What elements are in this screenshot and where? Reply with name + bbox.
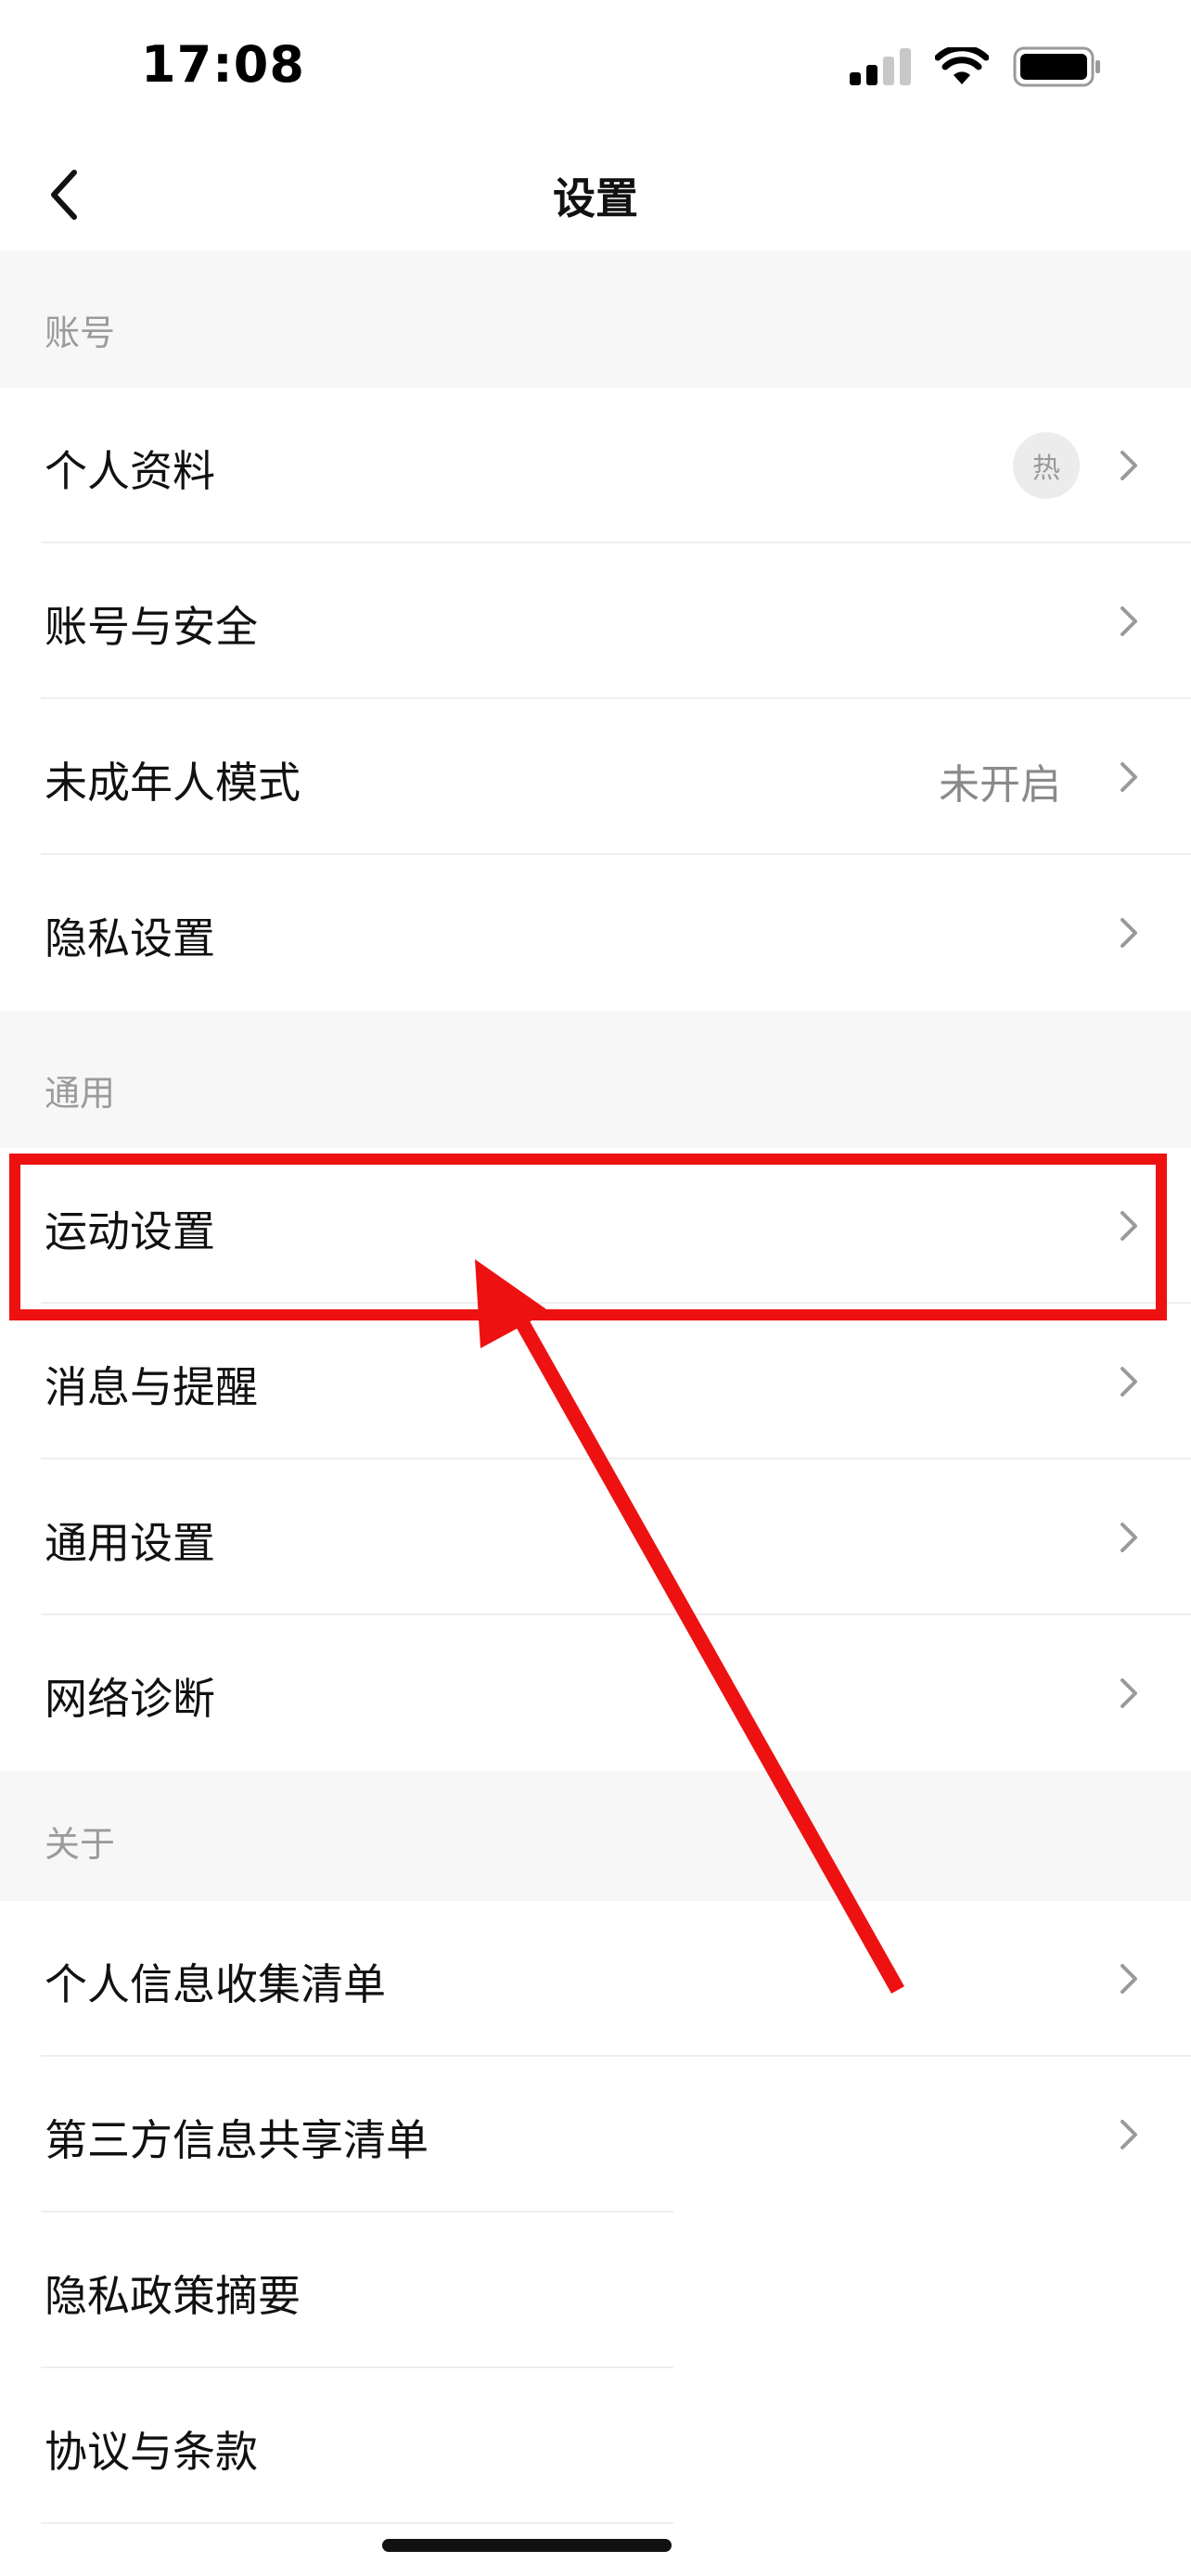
nav-bar: 设置 [0,139,1191,250]
chevron-right-icon [1121,1367,1137,1396]
settings-row-account-security[interactable]: 账号与安全 [0,543,1191,699]
settings-row-sport[interactable]: 运动设置 [0,1148,1191,1304]
row-label: 网络诊断 [45,1674,215,1724]
row-value: 未开启 [939,761,1061,809]
battery-icon [1013,46,1100,87]
chevron-right-icon [1121,1523,1137,1552]
hot-badge: 热 [1013,432,1080,499]
row-label: 个人信息收集清单 [45,1959,386,2009]
settings-row-privacy-summary[interactable]: 隐私政策摘要 [0,2213,1191,2368]
row-label: 未成年人模式 [45,758,301,808]
row-label: 个人资料 [45,446,215,496]
settings-row-third-party-sharing[interactable]: 第三方信息共享清单 [0,2057,1191,2213]
chevron-right-icon [1121,1964,1137,1994]
settings-row-minor-mode[interactable]: 未成年人模式 未开启 [0,699,1191,855]
row-label: 消息与提醒 [45,1362,258,1412]
row-label: 隐私政策摘要 [45,2271,301,2321]
settings-screen: 17:08 设置 账号 个人资料 热 账号与安全 未成年人模式 未开启 隐私设置… [0,0,1191,2576]
settings-row-network[interactable]: 网络诊断 [0,1615,1191,1771]
settings-row-info-collection[interactable]: 个人信息收集清单 [0,1901,1191,2057]
page-title: 设置 [553,173,638,223]
section-title: 关于 [45,1824,116,1865]
chevron-right-icon [1121,451,1137,480]
home-indicator [382,2539,672,2552]
status-time: 17:08 [141,35,305,94]
row-label: 运动设置 [45,1206,215,1256]
settings-row-profile[interactable]: 个人资料 热 [0,388,1191,543]
wifi-icon [935,47,989,84]
chevron-right-icon [1121,1211,1137,1241]
chevron-right-icon [1121,1678,1137,1708]
chevron-right-icon [1121,2120,1137,2149]
section-title: 账号 [45,312,116,353]
section-title: 通用 [45,1073,116,1114]
row-label: 账号与安全 [45,602,258,652]
status-bar: 17:08 [0,0,1191,139]
cellular-signal-icon [850,48,911,85]
chevron-right-icon [1121,918,1137,948]
section-header-general: 通用 [0,1011,1191,1148]
settings-row-general[interactable]: 通用设置 [0,1460,1191,1615]
section-header-about: 关于 [0,1771,1191,1901]
status-icons [850,46,1102,87]
settings-row-privacy[interactable]: 隐私设置 [0,855,1191,1011]
section-header-account: 账号 [0,250,1191,388]
settings-row-terms[interactable]: 协议与条款 [0,2368,1191,2524]
row-label: 协议与条款 [45,2427,258,2477]
row-label: 隐私设置 [45,913,215,963]
divider [41,2522,673,2524]
chevron-right-icon [1121,606,1137,636]
settings-row-notifications[interactable]: 消息与提醒 [0,1304,1191,1460]
chevron-right-icon [1121,762,1137,792]
row-label: 通用设置 [45,1518,215,1568]
row-label: 第三方信息共享清单 [45,2115,429,2165]
